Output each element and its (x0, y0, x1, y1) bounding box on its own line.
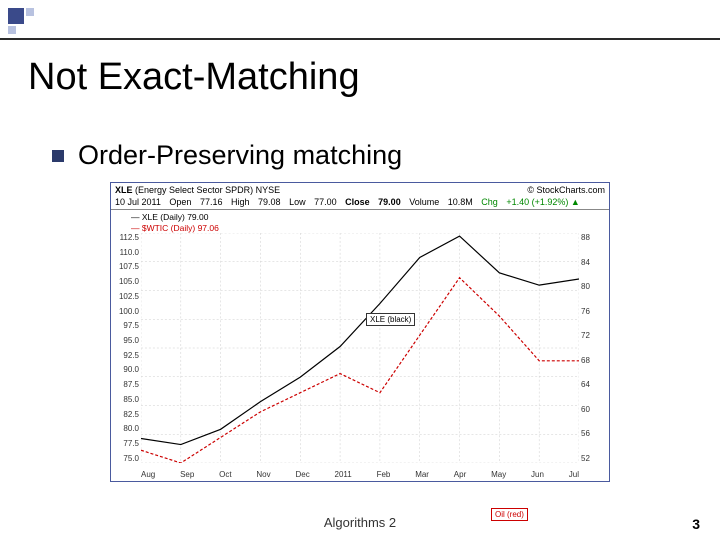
legend-xle: — XLE (Daily) 79.00 (131, 212, 609, 222)
bullet-text: Order-Preserving matching (78, 140, 402, 171)
chart-date: 10 Jul 2011 (115, 197, 161, 207)
header-rule (0, 38, 720, 40)
page-number: 3 (692, 516, 700, 532)
chart-source: © StockCharts.com (527, 185, 605, 197)
x-axis: AugSepOctNovDec2011FebMarAprMayJunJul (141, 470, 579, 479)
y-axis-left: 112.5110.0107.5105.0102.5100.097.595.092… (113, 233, 139, 463)
bullet-item: Order-Preserving matching (52, 140, 402, 171)
chart-plot-area (141, 233, 579, 463)
chart-symbol-desc: (Energy Select Sector SPDR) NYSE (135, 185, 280, 195)
legend-oil: — $WTIC (Daily) 97.06 (131, 223, 609, 233)
footer-center: Algorithms 2 (0, 515, 720, 530)
chart-svg (141, 233, 579, 463)
chart-container: XLE (Energy Select Sector SPDR) NYSE © S… (110, 182, 610, 482)
chart-header: XLE (Energy Select Sector SPDR) NYSE © S… (111, 183, 609, 210)
slide-corner-decoration (8, 8, 36, 36)
chart-symbol: XLE (115, 185, 133, 195)
slide-title: Not Exact-Matching (28, 56, 360, 99)
chart-legend: — XLE (Daily) 79.00 — $WTIC (Daily) 97.0… (111, 210, 609, 232)
y-axis-right: 88848076726864605652 (581, 233, 607, 463)
bullet-square-icon (52, 150, 64, 162)
plot-label-xle: XLE (black) (366, 313, 415, 326)
